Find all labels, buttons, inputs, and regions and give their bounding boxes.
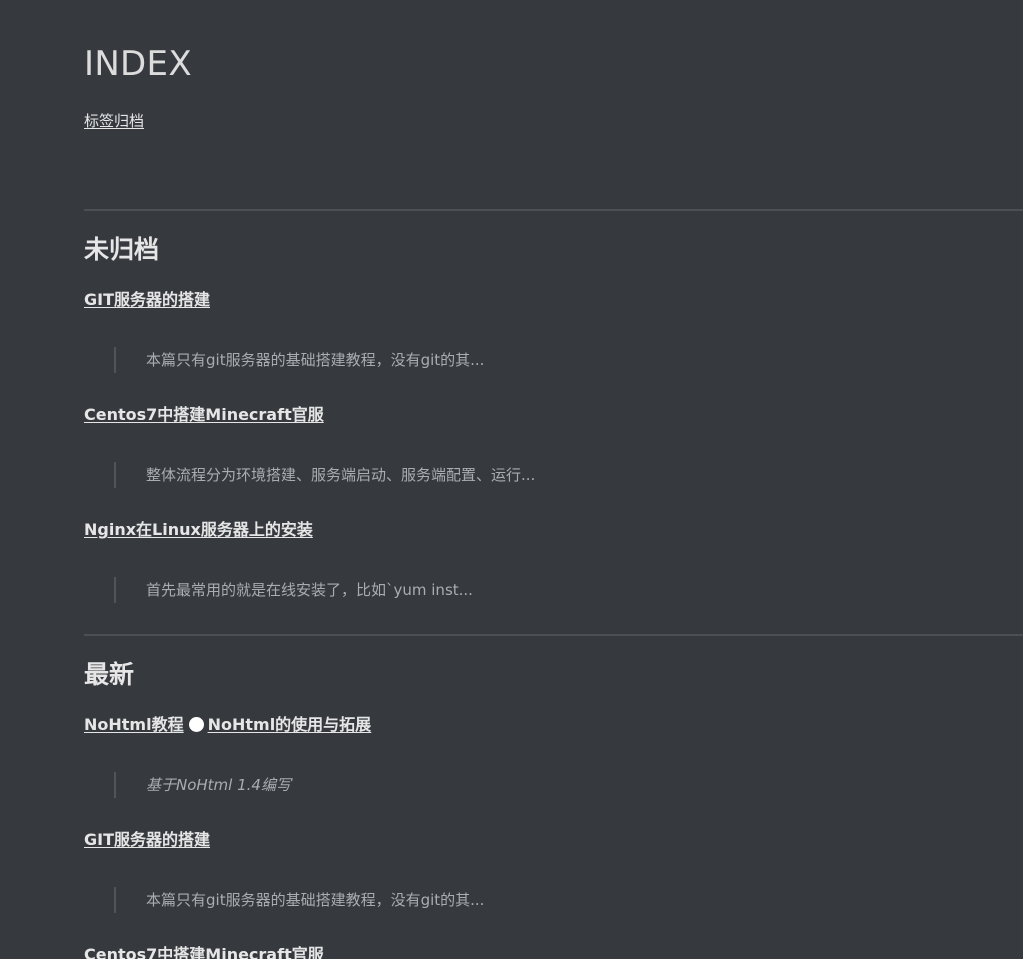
post-title-link[interactable]: NoHtml的使用与拓展 — [208, 715, 372, 734]
post-title-compound: NoHtml教程 NoHtml的使用与拓展 — [84, 714, 371, 736]
section-title-unarchived: 未归档 — [84, 235, 160, 264]
post-title-link[interactable]: Centos7中搭建Minecraft官服 — [84, 944, 324, 959]
post-excerpt: 整体流程分为环境搭建、服务端启动、服务端配置、运行... — [114, 462, 535, 488]
section-divider — [84, 209, 1023, 211]
circle-icon — [188, 717, 204, 732]
post-title-link[interactable]: GIT服务器的搭建 — [84, 829, 210, 851]
post-excerpt: 首先最常用的就是在线安装了，比如`yum inst... — [114, 577, 473, 603]
post-title-link[interactable]: NoHtml教程 — [84, 715, 184, 734]
section-divider — [84, 634, 1023, 636]
section-title-latest: 最新 — [84, 660, 135, 689]
post-title-link[interactable]: Centos7中搭建Minecraft官服 — [84, 404, 324, 426]
post-title-link[interactable]: GIT服务器的搭建 — [84, 289, 210, 311]
post-excerpt: 基于NoHtml 1.4编写 — [114, 772, 291, 798]
tag-archive-link[interactable]: 标签归档 — [84, 111, 144, 131]
post-excerpt: 本篇只有git服务器的基础搭建教程，没有git的其... — [114, 347, 484, 373]
site-title: INDEX — [84, 44, 192, 84]
post-excerpt: 本篇只有git服务器的基础搭建教程，没有git的其... — [114, 887, 484, 913]
post-title-link[interactable]: Nginx在Linux服务器上的安装 — [84, 519, 313, 541]
